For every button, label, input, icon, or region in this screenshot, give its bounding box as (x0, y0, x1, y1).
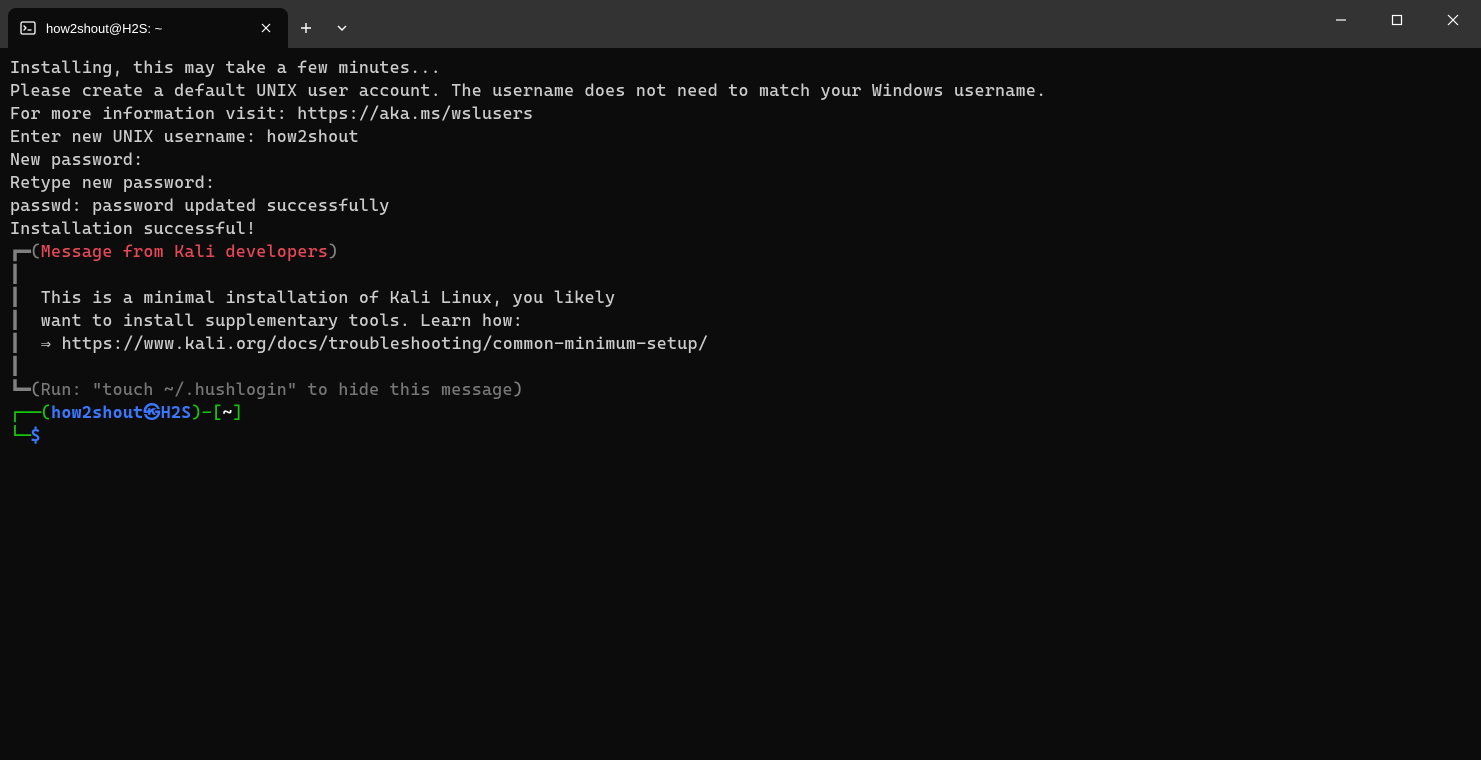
term-line: want to install supplementary tools. Lea… (20, 310, 523, 330)
tabs-container: how2shout@H2S: ~ (0, 0, 288, 48)
prompt-border: └─ (10, 425, 31, 445)
box-paren: ( (31, 379, 41, 399)
prompt-bracket: ] (233, 402, 243, 422)
maximize-button[interactable] (1369, 0, 1425, 40)
terminal-content[interactable]: Installing, this may take a few minutes.… (0, 48, 1481, 455)
box-border: ┗━ (10, 379, 31, 399)
tab-actions (288, 0, 360, 48)
term-username-input: how2shout (267, 126, 359, 146)
box-border: ┃ (10, 264, 20, 284)
tab-active[interactable]: how2shout@H2S: ~ (8, 8, 288, 48)
term-line: For more information visit: https://aka.… (10, 103, 533, 123)
term-line: Enter new UNIX username: (10, 126, 267, 146)
box-paren: ) (328, 241, 338, 261)
prompt-user: how2shout (51, 402, 143, 422)
box-paren: ( (31, 241, 41, 261)
prompt-path: ~ (222, 402, 232, 422)
tab-close-button[interactable] (256, 18, 276, 38)
prompt-border: ┌── (10, 402, 41, 422)
kali-dev-msg-title: Message from Kali developers (41, 241, 328, 261)
term-line: This is a minimal installation of Kali L… (20, 287, 615, 307)
term-line: Please create a default UNIX user accoun… (10, 80, 1046, 100)
prompt-paren: ) (192, 402, 202, 422)
prompt-bracket: [ (212, 402, 222, 422)
close-window-button[interactable] (1425, 0, 1481, 40)
prompt-paren: ( (41, 402, 51, 422)
hushlogin-hint: Run: "touch ~/.hushlogin" to hide this m… (41, 379, 513, 399)
term-line: Retype new password: (10, 172, 215, 192)
term-line: New password: (10, 149, 143, 169)
box-border: ┏━ (10, 241, 31, 261)
minimize-button[interactable] (1313, 0, 1369, 40)
box-border: ┃ (10, 356, 20, 376)
tab-title: how2shout@H2S: ~ (46, 21, 246, 36)
box-border: ┃ (10, 310, 20, 330)
box-border: ┃ (10, 287, 20, 307)
prompt-dash: - (202, 402, 212, 422)
new-tab-button[interactable] (288, 8, 324, 48)
titlebar: how2shout@H2S: ~ (0, 0, 1481, 48)
tab-dropdown-button[interactable] (324, 8, 360, 48)
box-border: ┃ (10, 333, 20, 353)
term-line: Installation successful! (10, 218, 256, 238)
prompt-dollar: $ (31, 425, 41, 445)
window-controls (1313, 0, 1481, 40)
prompt-host: H2S (161, 402, 192, 422)
term-line: Installing, this may take a few minutes.… (10, 57, 441, 77)
tab-terminal-icon (20, 20, 36, 36)
prompt-at-icon: ㉿ (143, 402, 160, 422)
term-line: ⇒ https://www.kali.org/docs/troubleshoot… (20, 333, 708, 353)
box-paren: ) (513, 379, 523, 399)
term-line: passwd: password updated successfully (10, 195, 390, 215)
